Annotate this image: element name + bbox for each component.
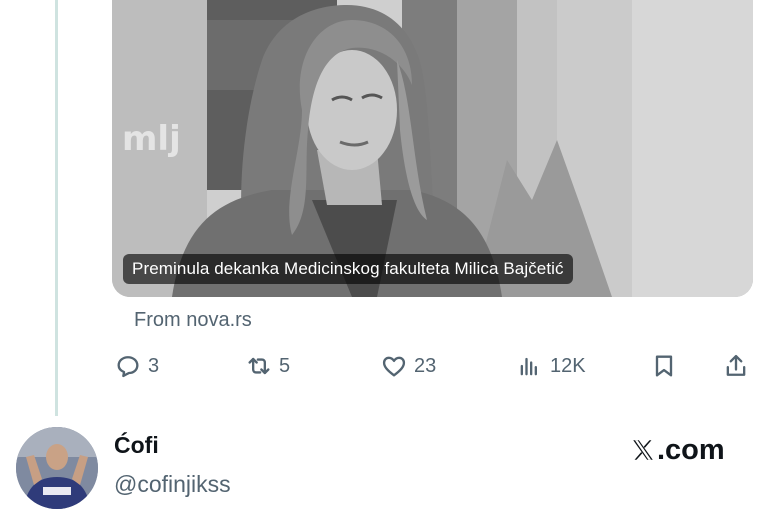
repost-button[interactable]: 5 [245, 346, 290, 386]
media-caption: Preminula dekanka Medicinskog fakulteta … [123, 254, 573, 284]
share-icon [726, 354, 746, 376]
reply-icon [117, 356, 139, 378]
share-button[interactable] [722, 346, 750, 386]
repost-icon [248, 357, 270, 375]
bookmark-icon [655, 355, 673, 377]
heart-icon [382, 356, 406, 377]
tweet-media-card[interactable]: mlj Preminula dekanka Medicinskog fakult… [112, 0, 753, 297]
tweet-action-bar: 3 5 23 12K [112, 346, 753, 386]
news-photo: mlj [112, 0, 753, 297]
repost-count: 5 [279, 354, 291, 377]
author-handle[interactable]: @cofinjikss [114, 471, 231, 498]
media-source-link[interactable]: From nova.rs [134, 309, 252, 332]
reply-button[interactable]: 3 [114, 346, 159, 386]
author-avatar[interactable] [16, 427, 98, 509]
views-icon [520, 357, 537, 376]
like-count: 23 [414, 354, 437, 377]
thread-connector-line [55, 0, 58, 416]
author-display-name[interactable]: Ćofi [114, 432, 159, 459]
like-button[interactable]: 23 [380, 346, 436, 386]
x-brand-link[interactable]: .com [630, 432, 725, 468]
reply-count: 3 [148, 354, 160, 377]
avatar-photo [16, 427, 98, 509]
views-count: 12K [550, 354, 586, 377]
bookmark-button[interactable] [650, 346, 678, 386]
views-button[interactable]: 12K [516, 346, 586, 386]
x-logo-icon [633, 440, 653, 460]
x-brand-suffix: .com [657, 433, 725, 466]
svg-text:mlj: mlj [122, 119, 181, 159]
